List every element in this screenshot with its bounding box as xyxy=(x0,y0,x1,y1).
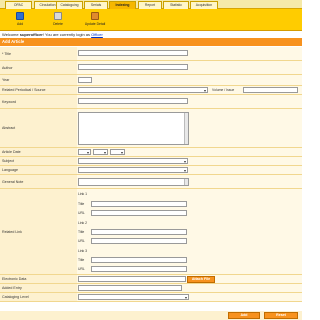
electronic-data-label: Electronic Data xyxy=(0,275,77,284)
keyword-input[interactable] xyxy=(78,98,188,104)
link-3-title-input[interactable] xyxy=(91,257,187,263)
volume-issue-input[interactable] xyxy=(243,87,298,93)
author-input[interactable] xyxy=(78,64,188,70)
added-entry-row xyxy=(77,284,302,293)
link-2-title-input[interactable] xyxy=(91,229,187,235)
link-2-title-label: Title xyxy=(78,230,85,234)
link-3-url-label: URL xyxy=(78,267,85,271)
abstract-row xyxy=(77,109,302,148)
welcome-prefix: Welcome xyxy=(2,32,19,37)
link-2-heading: Link 2 xyxy=(78,221,88,225)
year-label: Year xyxy=(0,75,77,86)
tab-report[interactable]: Report xyxy=(138,1,162,9)
update-detail-label: Update Detail xyxy=(84,22,106,26)
title-input[interactable] xyxy=(78,50,188,56)
link-3-title-label: Title xyxy=(78,258,85,262)
tab-cataloguing[interactable]: Cataloguing xyxy=(56,1,83,9)
delete-button-label: Delete xyxy=(53,22,63,26)
keyword-row xyxy=(77,95,302,109)
link-2-url-label: URL xyxy=(78,239,85,243)
add-button-label: Add xyxy=(16,22,24,26)
keyword-label: Keyword xyxy=(0,95,77,109)
article-date-label: Article Date xyxy=(0,148,77,157)
subject-row xyxy=(77,157,302,166)
link-3-url-input[interactable] xyxy=(91,266,187,272)
title-label: * Title xyxy=(0,47,77,61)
delete-icon xyxy=(54,12,62,20)
welcome-middle: You are currently login as xyxy=(45,32,91,37)
tab-acquisition[interactable]: Acquisition xyxy=(190,1,218,9)
role-link[interactable]: Officer xyxy=(91,32,103,37)
language-row xyxy=(77,166,302,175)
add-button[interactable]: Add xyxy=(5,12,35,30)
link-1-title-input[interactable] xyxy=(91,201,187,207)
cataloging-level-row xyxy=(77,293,302,302)
general-note-label: General Note xyxy=(0,175,77,189)
link-2-url-input[interactable] xyxy=(91,238,187,244)
reset-button[interactable]: Reset xyxy=(264,312,298,319)
related-link-row: Link 1 Title URL Link 2 Title URL Link 3… xyxy=(77,189,302,275)
subject-select[interactable] xyxy=(78,158,188,164)
module-tab-bar: OPAC Circulation Cataloguing Serials Ind… xyxy=(0,0,302,9)
volume-issue-label: Volume / Issue xyxy=(212,88,235,92)
update-icon xyxy=(91,12,99,20)
general-note-row xyxy=(77,175,302,189)
year-row xyxy=(77,75,302,86)
add-icon xyxy=(16,12,24,20)
form-actions: Add Reset xyxy=(0,311,302,320)
electronic-data-row: Attach File xyxy=(77,275,302,284)
tab-indexing[interactable]: Indexing xyxy=(109,1,136,9)
link-1-title-label: Title xyxy=(78,202,85,206)
attach-file-button[interactable]: Attach File xyxy=(187,276,215,283)
link-1-url-input[interactable] xyxy=(91,210,187,216)
general-note-textarea[interactable] xyxy=(78,178,189,186)
author-label: Author xyxy=(0,61,77,75)
related-periodical-row: Volume / Issue xyxy=(77,86,302,95)
language-select[interactable] xyxy=(78,167,188,173)
welcome-user: superofficer xyxy=(19,32,43,37)
welcome-message: Welcome superofficer! You are currently … xyxy=(2,32,103,37)
related-periodical-select[interactable] xyxy=(78,87,208,93)
link-3-heading: Link 3 xyxy=(78,249,88,253)
tab-opac[interactable]: OPAC xyxy=(5,1,32,9)
author-row xyxy=(77,61,302,75)
year-input[interactable] xyxy=(78,77,92,83)
article-day-select[interactable] xyxy=(78,149,91,155)
action-toolbar: Add Delete Update Detail xyxy=(0,9,302,31)
cataloging-level-select[interactable] xyxy=(78,294,189,300)
add-submit-button[interactable]: Add xyxy=(228,312,260,319)
related-periodical-label: Related Periodical / Source xyxy=(0,86,77,95)
section-header: Add Article xyxy=(0,38,302,46)
subject-label: Subject xyxy=(0,157,77,166)
cataloging-level-label: Cataloging Level xyxy=(0,293,77,302)
update-detail-button[interactable]: Update Detail xyxy=(77,12,113,30)
article-month-select[interactable] xyxy=(93,149,108,155)
link-1-heading: Link 1 xyxy=(78,192,88,196)
electronic-data-input[interactable] xyxy=(78,276,186,282)
related-link-label: Related Link xyxy=(0,189,77,275)
tab-serials[interactable]: Serials xyxy=(84,1,108,9)
added-entry-label: Added Entry xyxy=(0,284,77,293)
language-label: Language xyxy=(0,166,77,175)
article-year-select[interactable] xyxy=(110,149,125,155)
delete-button[interactable]: Delete xyxy=(43,12,73,30)
title-row xyxy=(77,47,302,61)
tab-statistic[interactable]: Statistic xyxy=(163,1,189,9)
link-1-url-label: URL xyxy=(78,211,85,215)
abstract-label: Abstract xyxy=(0,109,77,148)
abstract-textarea[interactable] xyxy=(78,112,189,145)
article-date-row xyxy=(77,148,302,157)
added-entry-input[interactable] xyxy=(78,285,182,291)
